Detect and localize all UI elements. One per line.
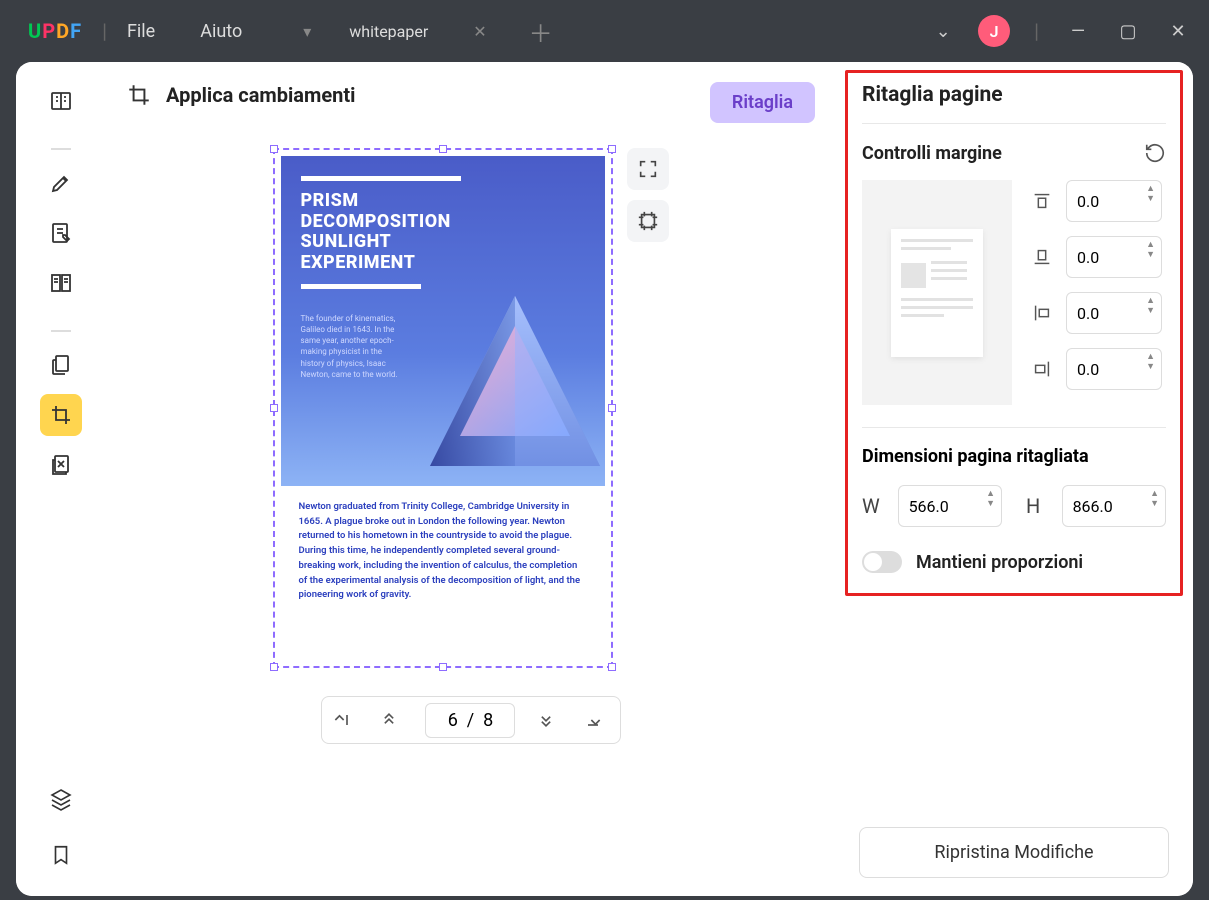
separator — [51, 134, 71, 150]
last-page-button[interactable] — [583, 710, 609, 730]
crop-settings-group: Ritaglia pagine Controlli margine — [845, 70, 1183, 596]
crop-handle[interactable] — [270, 404, 278, 412]
document-tab[interactable]: whitepaper ✕ — [331, 10, 504, 52]
margin-right-icon — [1028, 358, 1056, 380]
crop-tool-icon[interactable] — [40, 394, 82, 436]
margin-bottom-input[interactable]: 0.0▲▼ — [1066, 236, 1162, 278]
margin-top-input[interactable]: 0.0▲▼ — [1066, 180, 1162, 222]
watermark-tool-icon[interactable] — [40, 444, 82, 486]
poster-body-text: Newton graduated from Trinity College, C… — [281, 486, 605, 617]
canvas-title: Applica cambiamenti — [166, 83, 355, 107]
organize-tool-icon[interactable] — [40, 262, 82, 304]
title-bar: UPDF | File Aiuto ▾ whitepaper ✕ ＋ ⌄ J |… — [0, 0, 1209, 62]
margin-top-icon — [1028, 190, 1056, 212]
margin-preview-thumb — [862, 180, 1012, 405]
crop-handle[interactable] — [608, 663, 616, 671]
margin-right-input[interactable]: 0.0▲▼ — [1066, 348, 1162, 390]
window-close-button[interactable]: ✕ — [1163, 21, 1193, 42]
menu-file[interactable]: File — [127, 21, 155, 42]
crop-frame-button[interactable] — [627, 200, 669, 242]
separator — [51, 316, 71, 332]
app-logo: UPDF — [28, 19, 82, 43]
window-maximize-button[interactable]: ▢ — [1113, 21, 1143, 42]
right-panel: Ritaglia pagine Controlli margine — [835, 62, 1193, 896]
reader-tool-icon[interactable] — [40, 80, 82, 122]
crop-handle[interactable] — [439, 663, 447, 671]
height-label: H — [1026, 494, 1050, 518]
panel-title: Ritaglia pagine — [862, 83, 1166, 107]
margin-left-input[interactable]: 0.0▲▼ — [1066, 292, 1162, 334]
crop-header-icon — [126, 82, 152, 108]
left-sidebar — [16, 62, 106, 896]
first-page-button[interactable] — [332, 710, 358, 730]
fit-page-button[interactable] — [627, 148, 669, 190]
window-minimize-button[interactable]: — — [1063, 21, 1093, 42]
edit-tool-icon[interactable] — [40, 212, 82, 254]
crop-handle[interactable] — [270, 663, 278, 671]
height-input[interactable]: 866.0▲▼ — [1062, 485, 1166, 527]
poster-title: PRISM DECOMPOSITION SUNLIGHT EXPERIMENT — [301, 191, 585, 274]
crop-handle[interactable] — [608, 145, 616, 153]
reset-margins-icon[interactable] — [1144, 142, 1166, 164]
margin-left-icon — [1028, 302, 1056, 324]
crop-handle[interactable] — [608, 404, 616, 412]
margin-title: Controlli margine — [862, 143, 1002, 164]
margin-bottom-icon — [1028, 246, 1056, 268]
page-number-input[interactable] — [425, 703, 515, 738]
crop-handle[interactable] — [439, 145, 447, 153]
user-avatar[interactable]: J — [978, 15, 1010, 47]
chevron-down-icon[interactable]: ⌄ — [928, 21, 958, 42]
width-input[interactable]: 566.0▲▼ — [898, 485, 1002, 527]
width-label: W — [862, 494, 886, 518]
highlighter-tool-icon[interactable] — [40, 162, 82, 204]
pages-tool-icon[interactable] — [40, 344, 82, 386]
dimensions-title: Dimensioni pagina ritagliata — [862, 446, 1166, 467]
crop-button[interactable]: Ritaglia — [710, 82, 815, 123]
separator: | — [102, 19, 107, 43]
spinner-arrows[interactable]: ▲▼ — [1146, 241, 1155, 261]
keep-ratio-label: Mantieni proporzioni — [916, 552, 1083, 573]
bookmark-icon[interactable] — [40, 834, 82, 876]
prism-image — [415, 286, 605, 486]
keep-ratio-toggle[interactable] — [862, 551, 902, 573]
canvas-area: Applica cambiamenti Ritaglia PRISM DECOM… — [106, 62, 835, 896]
main-window: Applica cambiamenti Ritaglia PRISM DECOM… — [16, 62, 1193, 896]
crop-handle[interactable] — [270, 145, 278, 153]
tab-title: whitepaper — [349, 22, 428, 41]
tab-menu-button[interactable]: ▾ — [287, 11, 327, 51]
page-content: PRISM DECOMPOSITION SUNLIGHT EXPERIMENT … — [281, 156, 605, 660]
layers-icon[interactable] — [40, 778, 82, 820]
spinner-arrows[interactable]: ▲▼ — [1150, 490, 1159, 510]
page-navigator — [321, 696, 621, 744]
page-preview[interactable]: PRISM DECOMPOSITION SUNLIGHT EXPERIMENT … — [273, 148, 613, 668]
spinner-arrows[interactable]: ▲▼ — [1146, 297, 1155, 317]
new-tab-button[interactable]: ＋ — [529, 14, 553, 49]
spinner-arrows[interactable]: ▲▼ — [1146, 353, 1155, 373]
spinner-arrows[interactable]: ▲▼ — [986, 490, 995, 510]
menu-help[interactable]: Aiuto — [200, 21, 242, 42]
spinner-arrows[interactable]: ▲▼ — [1146, 185, 1155, 205]
prev-page-button[interactable] — [379, 710, 405, 730]
close-tab-icon[interactable]: ✕ — [473, 22, 486, 41]
poster-small-text: The founder of kinematics, Galileo died … — [301, 313, 401, 380]
restore-button[interactable]: Ripristina Modifiche — [859, 827, 1169, 878]
next-page-button[interactable] — [536, 710, 562, 730]
separator: | — [1034, 19, 1039, 43]
